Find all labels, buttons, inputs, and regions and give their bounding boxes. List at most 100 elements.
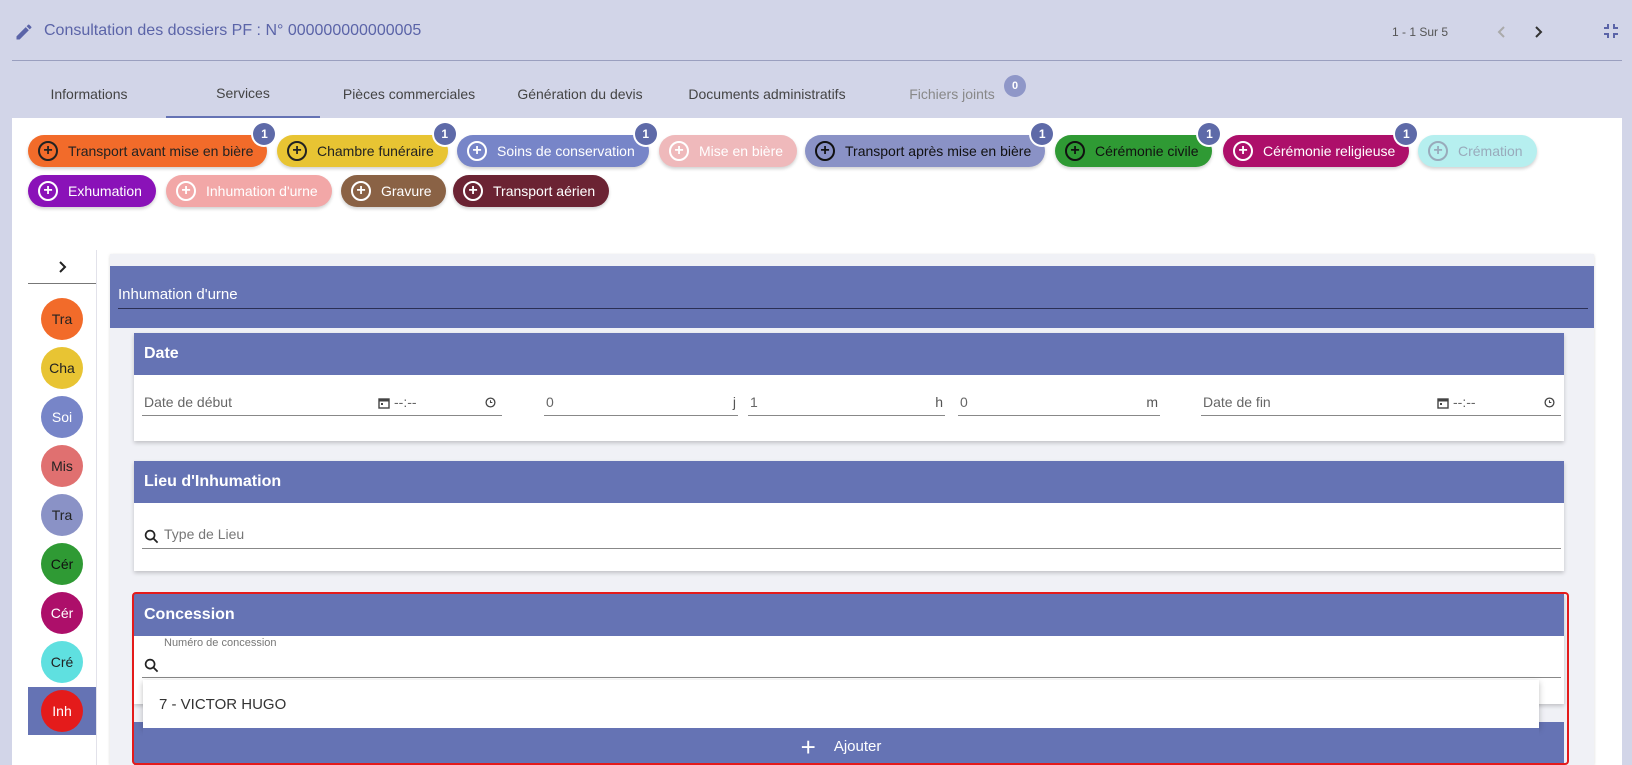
end-time-placeholder[interactable]: --:--: [1453, 394, 1476, 410]
start-date-label: Date de début: [144, 394, 232, 410]
chip-gravure[interactable]: + Gravure: [341, 175, 446, 207]
sidebar-item-inhumation[interactable]: Inh: [28, 687, 96, 735]
collapse-button[interactable]: [1600, 20, 1622, 42]
sidebar-item-transport-apres[interactable]: Tra: [28, 491, 96, 539]
duration-minutes-field[interactable]: 0 m: [958, 392, 1160, 416]
count-badge: 1: [433, 123, 456, 145]
sidebar-item-label: Cha: [41, 347, 83, 389]
panel-title: Inhumation d'urne: [118, 286, 238, 303]
chip-ceremonie-religieuse[interactable]: + Cérémonie religieuse 1: [1223, 123, 1418, 167]
sidebar-item-ceremonie-religieuse[interactable]: Cér: [28, 589, 96, 637]
chip-transport-apres[interactable]: + Transport après mise en bière 1: [805, 123, 1054, 167]
add-circle-icon: +: [1428, 141, 1448, 161]
end-date-label: Date de fin: [1203, 394, 1271, 410]
add-circle-icon: +: [467, 141, 487, 161]
chip-label: Cérémonie civile: [1095, 143, 1199, 159]
chip-label: Crémation: [1458, 143, 1523, 159]
duration-days-field[interactable]: 0 j: [544, 392, 738, 416]
panel-title-underline: [118, 308, 1588, 309]
edit-icon: [16, 24, 32, 40]
sidebar-item-chambre[interactable]: Cha: [28, 344, 96, 392]
sidebar-divider: [96, 250, 97, 765]
focus-highlight: [132, 592, 1569, 765]
chip-mise-en-biere[interactable]: + Mise en bière: [659, 135, 798, 167]
chip-label: Cérémonie religieuse: [1263, 143, 1396, 159]
duration-hours-field[interactable]: 1 h: [748, 392, 945, 416]
chip-ceremonie-civile[interactable]: + Cérémonie civile 1: [1055, 123, 1221, 167]
sidebar-item-mise-en-biere[interactable]: Mis: [28, 442, 96, 490]
tab-pieces-commerciales[interactable]: Pièces commerciales: [320, 70, 498, 118]
add-circle-icon: +: [463, 181, 483, 201]
chevron-left-icon: [1497, 26, 1505, 38]
tab-informations[interactable]: Informations: [12, 70, 166, 118]
chip-label: Chambre funéraire: [317, 143, 434, 159]
chip-label: Soins de conservation: [497, 143, 635, 159]
sidebar-item-label: Mis: [41, 445, 83, 487]
chip-exhumation[interactable]: + Exhumation: [28, 175, 156, 207]
chip-soins-conservation[interactable]: + Soins de conservation 1: [457, 123, 657, 167]
chip-label: Inhumation d'urne: [206, 183, 318, 199]
sidebar-item-label: Cér: [41, 543, 83, 585]
chip-cremation[interactable]: + Crémation: [1418, 135, 1537, 167]
service-sidebar: Tra Cha Soi Mis Tra Cér Cér Cré Inh: [28, 250, 96, 765]
tab-fichiers-joints[interactable]: Fichiers joints 0: [872, 70, 1032, 118]
chevron-right-icon: [1535, 26, 1543, 38]
page-title: Consultation des dossiers PF : N° 000000…: [44, 22, 422, 39]
add-circle-icon: +: [351, 181, 371, 201]
add-circle-icon: +: [38, 141, 58, 161]
page-header: Consultation des dossiers PF : N° 000000…: [0, 0, 1632, 62]
chip-label: Exhumation: [68, 183, 142, 199]
chevron-right-icon: [59, 260, 67, 273]
sidebar-item-cremation[interactable]: Cré: [28, 638, 96, 686]
sidebar-item-label: Soi: [41, 396, 83, 438]
hours-suffix: h: [935, 394, 943, 410]
days-suffix: j: [732, 394, 736, 410]
calendar-icon[interactable]: [378, 397, 390, 409]
count-badge: 1: [634, 123, 657, 145]
header-divider: [12, 60, 1622, 61]
lieu-type-placeholder: Type de Lieu: [164, 526, 245, 542]
start-time-placeholder[interactable]: --:--: [394, 394, 417, 410]
chip-transport-avant[interactable]: + Transport avant mise en bière 1: [28, 123, 276, 167]
sidebar-item-transport-avant[interactable]: Tra: [28, 295, 96, 343]
chip-label: Transport avant mise en bière: [68, 143, 254, 159]
pager-text: 1 - 1 Sur 5: [1392, 25, 1449, 39]
calendar-icon[interactable]: [1437, 397, 1449, 409]
end-date-field[interactable]: Date de fin --:--: [1201, 392, 1561, 416]
clock-icon[interactable]: [1544, 397, 1555, 408]
chip-transport-aerien[interactable]: + Transport aérien: [453, 175, 610, 207]
add-circle-icon: +: [1233, 141, 1253, 161]
tab-documents-administratifs[interactable]: Documents administratifs: [662, 70, 872, 118]
add-circle-icon: +: [287, 141, 307, 161]
expand-sidebar-button[interactable]: [28, 250, 96, 284]
minutes-value: 0: [960, 394, 968, 410]
sidebar-item-label: Tra: [41, 298, 83, 340]
add-circle-icon: +: [815, 141, 835, 161]
chip-label: Gravure: [381, 183, 432, 199]
panel-header: Inhumation d'urne: [110, 266, 1594, 328]
minutes-suffix: m: [1146, 394, 1158, 410]
chip-label: Mise en bière: [699, 143, 784, 159]
date-section-title: Date: [134, 333, 1564, 375]
chip-inhumation-urne[interactable]: + Inhumation d'urne: [166, 175, 332, 207]
hours-value: 1: [750, 394, 758, 410]
tab-services[interactable]: Services: [166, 70, 320, 118]
add-circle-icon: +: [38, 181, 58, 201]
start-date-field[interactable]: Date de début --:--: [142, 392, 502, 416]
add-circle-icon: +: [176, 181, 196, 201]
lieu-section: Lieu d'Inhumation: [134, 461, 1564, 571]
sidebar-item-label: Inh: [41, 690, 83, 732]
add-circle-icon: +: [1065, 141, 1085, 161]
next-button[interactable]: [1526, 20, 1550, 44]
tab-generation-devis[interactable]: Génération du devis: [498, 70, 662, 118]
chip-label: Transport aérien: [493, 183, 596, 199]
date-section: Date: [134, 333, 1564, 441]
days-value: 0: [546, 394, 554, 410]
sidebar-item-soins[interactable]: Soi: [28, 393, 96, 441]
clock-icon[interactable]: [485, 397, 496, 408]
chip-chambre-funeraire[interactable]: + Chambre funéraire 1: [277, 123, 456, 167]
previous-button[interactable]: [1490, 20, 1514, 44]
sidebar-item-ceremonie-civile[interactable]: Cér: [28, 540, 96, 588]
add-circle-icon: +: [669, 141, 689, 161]
lieu-type-field[interactable]: Type de Lieu: [142, 523, 1561, 549]
